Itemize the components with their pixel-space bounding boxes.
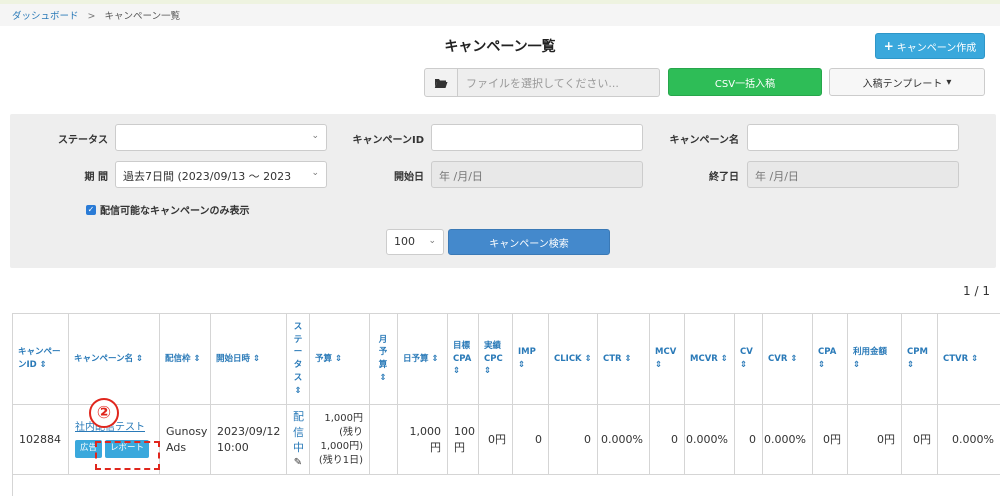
breadcrumb-current: キャンペーン一覧 xyxy=(104,11,181,22)
campaign-name-input[interactable] xyxy=(747,124,959,151)
cell-cpm: 0円 xyxy=(902,405,938,475)
chevron-down-icon: ⌄ xyxy=(311,168,319,178)
header-campaign-id[interactable]: キャンペーンID ⇕ xyxy=(13,314,69,405)
cell-spend: 0円 xyxy=(848,405,902,475)
per-page-value: 100 xyxy=(394,235,415,248)
cell-cv: 0 xyxy=(735,405,763,475)
period-select-value: 過去7日間 (2023/09/13 〜 2023 xyxy=(123,170,292,183)
header-monthly-budget-label: 月予算⇕ xyxy=(378,334,388,383)
header-target-cpa[interactable]: 目標CPA ⇕ xyxy=(448,314,479,405)
header-budget[interactable]: 予算 ⇕ xyxy=(310,314,370,405)
header-cvr[interactable]: CVR ⇕ xyxy=(763,314,813,405)
cell-mcv: 0 xyxy=(650,405,685,475)
cell-actual-cpc: 0円 xyxy=(479,405,513,475)
create-campaign-label: キャンペーン作成 xyxy=(896,42,977,54)
status-label: ステータス xyxy=(58,135,108,146)
pagination-indicator: 1 / 1 xyxy=(963,284,990,298)
cell-cvr: 0.000% xyxy=(763,405,813,475)
status-select[interactable]: ⌄ xyxy=(115,124,327,151)
table-row-partial xyxy=(13,475,1000,496)
cell-campaign-id: 102884 xyxy=(13,405,69,475)
header-status-label: ステータス⇕ xyxy=(293,321,303,396)
header-mcv[interactable]: MCV ⇕ xyxy=(650,314,685,405)
cell-ctvr: 0.000% xyxy=(938,405,1000,475)
end-date-label: 終了日 xyxy=(709,172,739,183)
header-ctr[interactable]: CTR ⇕ xyxy=(598,314,650,405)
header-daily-budget[interactable]: 日予算 ⇕ xyxy=(398,314,448,405)
per-page-select[interactable]: 100 ⌄ xyxy=(386,229,444,255)
header-cpm[interactable]: CPM ⇕ xyxy=(902,314,938,405)
deliverable-only-label: 配信可能なキャンペーンのみ表示 xyxy=(100,206,250,217)
campaign-table: キャンペーンID ⇕ キャンペーン名 ⇕ 配信枠 ⇕ 開始日時 ⇕ ステータス⇕… xyxy=(12,313,1000,496)
cell-ctr: 0.000% xyxy=(598,405,650,475)
deliverable-only-checkbox[interactable]: ✓ 配信可能なキャンペーンのみ表示 xyxy=(86,202,250,217)
start-date-input[interactable]: 年 /月/日 xyxy=(431,161,643,188)
upload-template-dropdown[interactable]: 入稿テンプレート ▾ xyxy=(829,68,985,96)
cell-cpa: 0円 xyxy=(813,405,848,475)
header-spend[interactable]: 利用金額 ⇕ xyxy=(848,314,902,405)
header-mcvr[interactable]: MCVR ⇕ xyxy=(685,314,735,405)
header-ctvr[interactable]: CTVR ⇕ xyxy=(938,314,1000,405)
folder-open-icon xyxy=(434,78,448,88)
cell-budget: 1,000円 (残り1,000円) (残り1日) xyxy=(310,405,370,475)
cell-monthly-budget xyxy=(370,405,398,475)
caret-down-icon: ▾ xyxy=(946,76,952,88)
campaign-name-label: キャンペーン名 xyxy=(669,135,740,146)
header-campaign-name[interactable]: キャンペーン名 ⇕ xyxy=(69,314,160,405)
header-delivery-slot[interactable]: 配信枠 ⇕ xyxy=(160,314,211,405)
end-date-input[interactable]: 年 /月/日 xyxy=(747,161,959,188)
campaign-id-input[interactable] xyxy=(431,124,643,151)
header-cpa[interactable]: CPA ⇕ xyxy=(813,314,848,405)
start-date-label: 開始日 xyxy=(394,172,424,183)
cell-imp: 0 xyxy=(513,405,549,475)
cell-target-cpa: 100円 xyxy=(448,405,479,475)
cell-mcvr: 0.000% xyxy=(685,405,735,475)
header-start-datetime[interactable]: 開始日時 ⇕ xyxy=(211,314,287,405)
cell-click: 0 xyxy=(549,405,598,475)
edit-pencil-icon[interactable]: ✎ xyxy=(294,456,302,470)
checkbox-checked-icon: ✓ xyxy=(86,204,96,215)
header-click[interactable]: CLICK ⇕ xyxy=(549,314,598,405)
cell-delivery-slot: Gunosy Ads xyxy=(160,405,211,475)
header-cv[interactable]: CV ⇕ xyxy=(735,314,763,405)
step-marker: ② xyxy=(89,398,119,428)
chevron-down-icon: ⌄ xyxy=(428,236,436,246)
csv-bulk-upload-button[interactable]: CSV一括入稿 xyxy=(668,68,822,96)
status-link[interactable]: 配信中 xyxy=(293,409,304,455)
upload-template-label: 入稿テンプレート xyxy=(862,78,943,90)
highlight-report-button xyxy=(95,441,160,470)
breadcrumb: ダッシュボード > キャンペーン一覧 xyxy=(0,4,1000,26)
chevron-down-icon: ⌄ xyxy=(311,131,319,141)
header-actual-cpc[interactable]: 実績CPC ⇕ xyxy=(479,314,513,405)
period-label: 期 間 xyxy=(84,172,108,183)
header-imp[interactable]: IMP ⇕ xyxy=(513,314,549,405)
header-status[interactable]: ステータス⇕ xyxy=(287,314,310,405)
header-monthly-budget[interactable]: 月予算⇕ xyxy=(370,314,398,405)
campaign-id-label: キャンペーンID xyxy=(352,135,424,146)
breadcrumb-home-link[interactable]: ダッシュボード xyxy=(12,11,79,22)
cell-status: 配信中 ✎ xyxy=(287,405,310,475)
cell-daily-budget: 1,000円 xyxy=(398,405,448,475)
cell-start-datetime: 2023/09/12 10:00 xyxy=(211,405,287,475)
create-campaign-button[interactable]: + キャンペーン作成 xyxy=(875,33,985,59)
file-path-input[interactable]: ファイルを選択してください... xyxy=(458,68,660,97)
page-title: キャンペーン一覧 xyxy=(444,39,556,55)
file-select-button[interactable] xyxy=(424,68,458,97)
plus-icon: + xyxy=(883,39,894,53)
campaign-search-button[interactable]: キャンペーン検索 xyxy=(448,229,610,255)
breadcrumb-separator: > xyxy=(87,11,96,22)
period-select[interactable]: 過去7日間 (2023/09/13 〜 2023 ⌄ xyxy=(115,161,327,188)
